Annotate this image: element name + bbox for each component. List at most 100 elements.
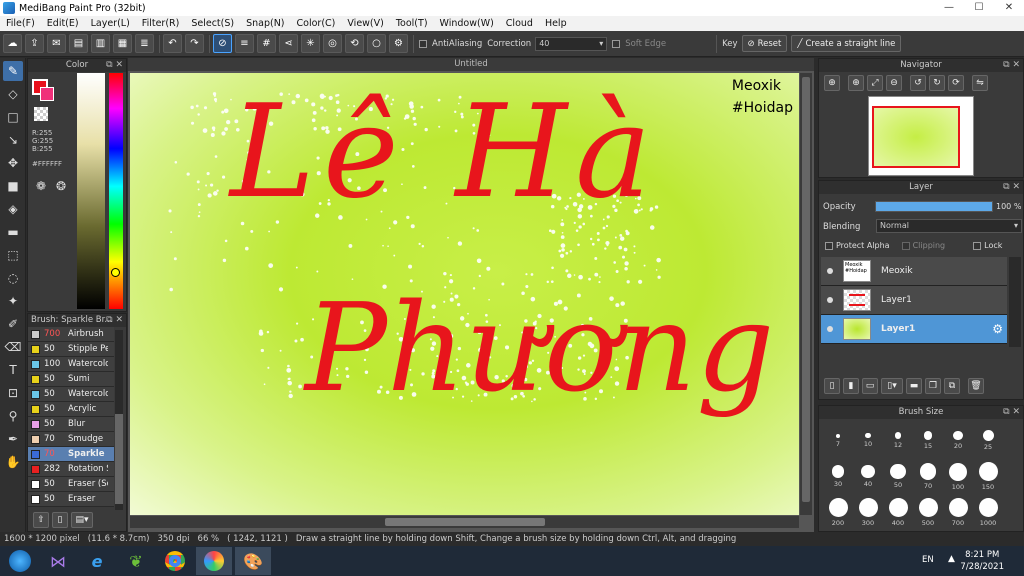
ellipse-snap-icon[interactable]: ○	[367, 34, 386, 53]
brush-size-option[interactable]: 40	[853, 462, 883, 488]
opacity-slider[interactable]	[875, 201, 993, 212]
menu-snap[interactable]: Snap(N)	[240, 18, 290, 29]
medibang-taskbar-icon[interactable]	[196, 547, 232, 575]
brush-size-option[interactable]: 50	[883, 462, 913, 489]
hand-tool-icon[interactable]: ✋	[3, 452, 23, 472]
tray-arrow-icon[interactable]: ▲	[948, 554, 955, 564]
protect-alpha-checkbox[interactable]	[825, 241, 833, 250]
eraser-tool-icon[interactable]: ◇	[3, 84, 23, 104]
brush-size-option[interactable]: 30	[823, 462, 853, 488]
gradient-tool-icon[interactable]: ▬	[3, 222, 23, 242]
redo-icon[interactable]: ↷	[185, 34, 204, 53]
menu-select[interactable]: Select(S)	[185, 18, 240, 29]
reset-rotation-icon[interactable]: ⟳	[948, 75, 964, 91]
canvas-vertical-scrollbar[interactable]	[800, 73, 812, 515]
menu-edit[interactable]: Edit(E)	[41, 18, 85, 29]
brush-item[interactable]: 50 Eraser (Sc	[28, 477, 114, 492]
text-tool-icon[interactable]: T	[3, 360, 23, 380]
zoom-out-icon[interactable]: ⊖	[886, 75, 902, 91]
brush-size-option[interactable]: 20	[943, 426, 973, 450]
undo-icon[interactable]: ↶	[163, 34, 182, 53]
curve-snap-icon[interactable]: ⟲	[345, 34, 364, 53]
cloud-icon[interactable]: ☁	[3, 34, 22, 53]
brush-item[interactable]: 700 Airbrush	[28, 327, 114, 342]
secondary-color-swatch[interactable]	[40, 87, 54, 101]
grid-settings-icon[interactable]: ▦	[113, 34, 132, 53]
brush-item[interactable]: 50 Acrylic	[28, 402, 114, 417]
reset-button[interactable]: ⊘ Reset	[741, 35, 788, 52]
hue-slider-handle[interactable]	[111, 268, 120, 277]
layer-visibility-icon[interactable]	[827, 326, 833, 332]
brush-size-option[interactable]: 700	[943, 498, 973, 527]
language-indicator[interactable]: EN	[922, 555, 934, 565]
document-tab[interactable]: Untitled	[128, 58, 814, 71]
brush-menu-icon[interactable]: ▤▾	[71, 512, 93, 528]
comment-icon[interactable]: ✉	[47, 34, 66, 53]
menu-view[interactable]: View(V)	[341, 18, 389, 29]
brush-item[interactable]: 70 Sparkle	[28, 447, 114, 462]
navigator-preview[interactable]	[868, 96, 974, 176]
visual-studio-icon[interactable]: ⋈	[40, 547, 76, 575]
rotate-left-icon[interactable]: ↺	[910, 75, 926, 91]
lock-checkbox[interactable]	[973, 241, 982, 250]
new-folder-icon[interactable]: ▬	[906, 378, 922, 394]
fit-screen-icon[interactable]: ⤢	[867, 75, 883, 91]
brush-item[interactable]: 50 Watercolo	[28, 387, 114, 402]
paint-taskbar-icon[interactable]: 🎨	[235, 547, 271, 575]
brush-size-option[interactable]: 25	[973, 426, 1003, 451]
coccoc-browser-icon[interactable]: ❦	[118, 547, 154, 575]
duplicate-layer-icon[interactable]: ❐	[925, 378, 941, 394]
brush-size-option[interactable]: 70	[913, 462, 943, 490]
maximize-button[interactable]: ☐	[964, 0, 994, 16]
correction-dropdown[interactable]: 40	[535, 36, 608, 51]
system-clock[interactable]: 8:21 PM 7/28/2021	[960, 549, 1004, 573]
brush-size-option[interactable]: 500	[913, 498, 943, 527]
layer-visibility-icon[interactable]	[827, 297, 833, 303]
layer-row-layer1-background[interactable]: Layer1 ⚙	[821, 315, 1007, 344]
palette-icon[interactable]: ❁	[36, 179, 46, 193]
snap-settings-icon[interactable]: ⚙	[389, 34, 408, 53]
page-icon[interactable]: ▤	[69, 34, 88, 53]
menu-filter[interactable]: Filter(R)	[136, 18, 186, 29]
start-button[interactable]	[3, 547, 37, 575]
list-icon[interactable]: ≣	[135, 34, 154, 53]
menu-cloud[interactable]: Cloud	[500, 18, 539, 29]
brush-size-option[interactable]: 1000	[973, 498, 1003, 527]
brush-item[interactable]: 50 Eraser	[28, 492, 114, 507]
merge-layer-icon[interactable]: ⧉	[944, 378, 960, 394]
brush-size-option[interactable]: 400	[883, 498, 913, 527]
saturation-bar[interactable]	[77, 73, 105, 309]
select-rect-tool-icon[interactable]: ⬚	[3, 245, 23, 265]
layer-row-meoxik[interactable]: Meoxik #Hoidap Meoxik	[821, 257, 1007, 286]
line-tool-icon[interactable]: ↘	[3, 130, 23, 150]
lasso-tool-icon[interactable]: ◌	[3, 268, 23, 288]
menu-color[interactable]: Color(C)	[291, 18, 342, 29]
panel-close-icon[interactable]: ⧉ ✕	[106, 59, 123, 72]
cross-snap-icon[interactable]: #	[257, 34, 276, 53]
menu-layer[interactable]: Layer(L)	[85, 18, 136, 29]
menu-help[interactable]: Help	[539, 18, 573, 29]
snap-off-icon[interactable]: ⊘	[213, 34, 232, 53]
new-halftone-layer-icon[interactable]: ▮	[843, 378, 859, 394]
layer-settings-icon[interactable]: ⚙	[992, 322, 1003, 336]
brush-size-option[interactable]: 7	[823, 426, 853, 448]
menu-file[interactable]: File(F)	[0, 18, 41, 29]
menu-window[interactable]: Window(W)	[434, 18, 500, 29]
brush-item[interactable]: 50 Blur	[28, 417, 114, 432]
brush-size-option[interactable]: 150	[973, 462, 1003, 491]
soft-edge-checkbox[interactable]	[612, 39, 621, 48]
minimize-button[interactable]: —	[934, 0, 964, 16]
eyedropper-tool-icon[interactable]: ⚲	[3, 406, 23, 426]
straight-line-button[interactable]: ╱ Create a straight line	[791, 35, 902, 52]
menu-tool[interactable]: Tool(T)	[390, 18, 434, 29]
canvas-horizontal-scrollbar[interactable]	[130, 516, 799, 528]
brush-size-option[interactable]: 15	[913, 426, 943, 450]
internet-explorer-icon[interactable]: e	[79, 547, 115, 575]
chrome-icon[interactable]	[157, 547, 193, 575]
document-icon[interactable]: ▥	[91, 34, 110, 53]
new-layer-icon[interactable]: ▯	[824, 378, 840, 394]
brush-size-option[interactable]: 12	[883, 426, 913, 449]
delete-layer-icon[interactable]: 🗑	[968, 378, 984, 394]
add-brush-icon[interactable]: ⇧	[33, 512, 49, 528]
brush-size-option[interactable]: 300	[853, 498, 883, 527]
